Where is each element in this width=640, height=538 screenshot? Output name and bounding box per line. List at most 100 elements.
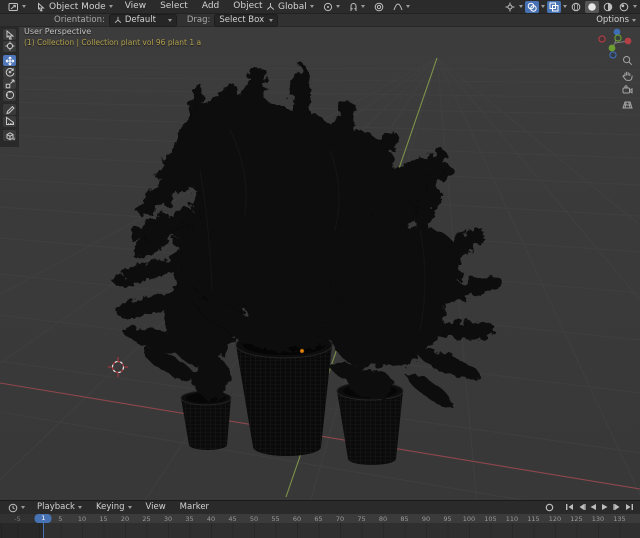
viewport-header: Object Mode View Select Add Object Globa… bbox=[0, 0, 640, 14]
frame-tick-label: 135 bbox=[613, 515, 626, 523]
hand-icon bbox=[621, 71, 633, 81]
xray-icon bbox=[549, 2, 559, 11]
proportional-editing-icon bbox=[374, 2, 384, 11]
tool-transform[interactable] bbox=[3, 89, 16, 101]
show-gizmos-toggle[interactable] bbox=[503, 1, 517, 13]
tool-annotate[interactable] bbox=[3, 104, 16, 115]
show-overlays-toggle[interactable] bbox=[525, 0, 539, 13]
frame-tick-label: 60 bbox=[292, 515, 302, 523]
play-reverse-button[interactable] bbox=[588, 502, 598, 512]
tool-move[interactable] bbox=[3, 55, 16, 66]
play-button[interactable] bbox=[600, 502, 610, 512]
zoom-button[interactable] bbox=[620, 54, 634, 66]
gizmo-axis-y-neg[interactable] bbox=[614, 34, 622, 42]
rotate-icon bbox=[5, 68, 14, 77]
orientation-value: Default bbox=[124, 15, 156, 25]
viewport-3d[interactable] bbox=[0, 0, 640, 538]
chevron-down-icon[interactable] bbox=[519, 5, 523, 8]
chevron-down-icon bbox=[360, 5, 365, 8]
xray-toggle[interactable] bbox=[547, 0, 561, 13]
gizmo-axis-z-pos[interactable] bbox=[613, 28, 621, 36]
chevron-down-icon bbox=[269, 18, 274, 22]
snap-magnet-toggle[interactable] bbox=[345, 1, 369, 12]
chevron-down-icon bbox=[22, 5, 26, 8]
material-sphere-icon bbox=[603, 2, 613, 11]
options-dropdown[interactable]: Options bbox=[596, 14, 636, 26]
menu-view[interactable]: View bbox=[119, 0, 152, 13]
chevron-down-icon[interactable] bbox=[541, 5, 545, 8]
gizmo-axis-x-pos[interactable] bbox=[624, 37, 632, 45]
frame-tick-label: 75 bbox=[357, 515, 366, 523]
view-perspective-label: User Perspective bbox=[24, 27, 92, 36]
tool-rotate[interactable] bbox=[3, 66, 16, 78]
rendered-sphere-icon bbox=[619, 2, 629, 11]
pivot-point-icon bbox=[323, 2, 332, 11]
auto-keying-toggle[interactable] bbox=[544, 502, 554, 512]
frame-tick-label: 115 bbox=[527, 515, 540, 523]
current-frame-badge[interactable]: 1 bbox=[34, 514, 52, 523]
timeline-menu-playback[interactable]: Playback bbox=[31, 501, 88, 514]
options-label: Options bbox=[596, 15, 629, 25]
frame-tick-label: 25 bbox=[142, 515, 151, 523]
frame-tick-label: 65 bbox=[314, 515, 323, 523]
chevron-down-icon bbox=[167, 18, 172, 22]
menu-select[interactable]: Select bbox=[154, 0, 194, 13]
timeline-menu-keying[interactable]: Keying bbox=[90, 501, 138, 514]
object-mode-icon bbox=[38, 1, 45, 11]
proportional-editing-toggle[interactable] bbox=[370, 1, 388, 12]
playback-label: Playback bbox=[37, 502, 75, 512]
next-keyframe-button[interactable] bbox=[612, 502, 622, 512]
tool-measure[interactable] bbox=[3, 115, 16, 127]
tool-select-box[interactable] bbox=[3, 29, 16, 40]
viewport-nav-controls bbox=[620, 54, 634, 111]
chevron-down-icon bbox=[405, 5, 410, 8]
chevron-down-icon[interactable] bbox=[633, 5, 637, 8]
orientation-axes-icon bbox=[266, 3, 275, 10]
camera-view-button[interactable] bbox=[620, 84, 634, 96]
orientation-value-dropdown[interactable]: Default bbox=[108, 13, 177, 27]
frame-tick-label: 105 bbox=[484, 515, 497, 523]
frame-tick-label: 10 bbox=[77, 515, 87, 523]
blender-window: Object Mode View Select Add Object Globa… bbox=[0, 0, 640, 538]
tool-cursor[interactable] bbox=[3, 40, 16, 52]
frame-tick-label: 120 bbox=[548, 515, 562, 523]
drag-value-dropdown[interactable]: Select Box bbox=[214, 13, 279, 27]
frame-tick-label: 5 bbox=[58, 515, 63, 523]
proportional-falloff-dropdown[interactable] bbox=[389, 1, 414, 12]
jump-to-end-button[interactable] bbox=[624, 502, 634, 512]
object-origin-dot[interactable] bbox=[299, 348, 305, 354]
pivot-point-dropdown[interactable] bbox=[319, 1, 344, 12]
chevron-down-icon bbox=[335, 5, 340, 8]
shading-material-button[interactable] bbox=[601, 1, 615, 13]
transform-orientation-dropdown[interactable]: Global bbox=[262, 1, 318, 12]
drag-label: Drag: bbox=[186, 15, 211, 25]
orientation-label: Orientation: bbox=[54, 15, 105, 25]
pan-button[interactable] bbox=[620, 69, 634, 81]
move-icon bbox=[5, 56, 14, 65]
timeline-menu-marker[interactable]: Marker bbox=[174, 501, 215, 514]
timeline-editor-type[interactable] bbox=[4, 502, 29, 513]
gizmo-axis-x-neg[interactable] bbox=[598, 35, 606, 43]
editor-type-selector[interactable] bbox=[4, 1, 30, 12]
shading-rendered-button[interactable] bbox=[617, 1, 631, 13]
prev-keyframe-button[interactable] bbox=[576, 502, 586, 512]
pot-left[interactable] bbox=[180, 390, 232, 450]
mode-dropdown[interactable]: Object Mode bbox=[32, 1, 117, 12]
perspective-toggle-button[interactable] bbox=[620, 99, 634, 111]
gizmo-axis-y-pos[interactable] bbox=[608, 44, 616, 52]
frame-tick-label: 130 bbox=[591, 515, 605, 523]
chevron-down-icon[interactable] bbox=[563, 5, 567, 8]
timeline-menu-view[interactable]: View bbox=[140, 501, 172, 514]
menu-add[interactable]: Add bbox=[196, 0, 225, 13]
tool-scale[interactable] bbox=[3, 78, 16, 89]
magnet-icon bbox=[350, 2, 357, 11]
gizmo-axis-z-neg[interactable] bbox=[609, 51, 617, 59]
editor-3d-viewport-icon bbox=[8, 2, 18, 11]
tool-add-cube[interactable] bbox=[3, 130, 16, 141]
shading-solid-button[interactable] bbox=[585, 0, 599, 13]
shading-wireframe-button[interactable] bbox=[569, 1, 583, 13]
jump-to-start-button[interactable] bbox=[564, 502, 574, 512]
timeline-canvas[interactable] bbox=[0, 523, 640, 538]
solid-sphere-icon bbox=[588, 2, 596, 11]
playhead-line[interactable] bbox=[43, 523, 45, 538]
